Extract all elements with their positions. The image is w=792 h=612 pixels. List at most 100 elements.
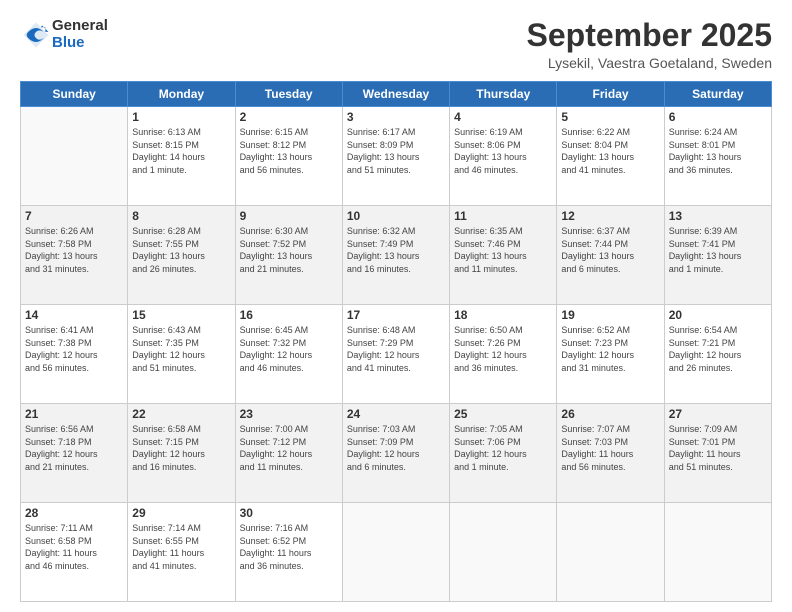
day-number: 26 <box>561 407 659 421</box>
day-info: Sunrise: 6:22 AMSunset: 8:04 PMDaylight:… <box>561 126 659 176</box>
calendar-cell: 23 Sunrise: 7:00 AMSunset: 7:12 PMDayligh… <box>235 404 342 503</box>
col-friday: Friday <box>557 82 664 107</box>
day-number: 22 <box>132 407 230 421</box>
calendar-cell: 6 Sunrise: 6:24 AMSunset: 8:01 PMDaylight… <box>664 107 771 206</box>
calendar-cell: 16Sunrise: 6:45 AMSunset: 7:32 PMDayligh… <box>235 305 342 404</box>
calendar-cell: 22 Sunrise: 6:58 AMSunset: 7:15 PMDayligh… <box>128 404 235 503</box>
day-number: 17 <box>347 308 445 322</box>
day-number: 3 <box>347 110 445 124</box>
day-number: 2 <box>240 110 338 124</box>
day-number: 30 <box>240 506 338 520</box>
day-number: 14 <box>25 308 123 322</box>
calendar-cell: 9 Sunrise: 6:30 AMSunset: 7:52 PMDaylight… <box>235 206 342 305</box>
day-info: Sunrise: 7:03 AMSunset: 7:09 PMDaylight:… <box>347 423 445 473</box>
calendar-cell <box>557 503 664 602</box>
logo-icon <box>22 21 50 49</box>
logo-general-text: General <box>52 18 108 35</box>
day-info: Sunrise: 6:58 AMSunset: 7:15 PMDaylight:… <box>132 423 230 473</box>
day-number: 8 <box>132 209 230 223</box>
day-info: Sunrise: 7:16 AMSunset: 6:52 PMDaylight:… <box>240 522 338 572</box>
day-info: Sunrise: 6:41 AMSunset: 7:38 PMDaylight:… <box>25 324 123 374</box>
calendar-cell: 4 Sunrise: 6:19 AMSunset: 8:06 PMDaylight… <box>450 107 557 206</box>
calendar-cell <box>664 503 771 602</box>
col-tuesday: Tuesday <box>235 82 342 107</box>
day-info: Sunrise: 6:50 AMSunset: 7:26 PMDaylight:… <box>454 324 552 374</box>
calendar-row-3: 14 Sunrise: 6:41 AMSunset: 7:38 PMDayligh… <box>21 305 772 404</box>
calendar-cell <box>450 503 557 602</box>
calendar-cell: 15Sunrise: 6:43 AMSunset: 7:35 PMDayligh… <box>128 305 235 404</box>
day-info: Sunrise: 6:52 AMSunset: 7:23 PMDaylight:… <box>561 324 659 374</box>
title-block: September 2025 Lysekil, Vaestra Goetalan… <box>527 18 772 71</box>
day-number: 28 <box>25 506 123 520</box>
day-number: 13 <box>669 209 767 223</box>
calendar-cell: 26Sunrise: 7:07 AMSunset: 7:03 PMDayligh… <box>557 404 664 503</box>
header: General Blue September 2025 Lysekil, Vae… <box>20 18 772 71</box>
logo-text: General Blue <box>52 18 108 51</box>
calendar-cell: 29Sunrise: 7:14 AMSunset: 6:55 PMDayligh… <box>128 503 235 602</box>
day-number: 19 <box>561 308 659 322</box>
col-wednesday: Wednesday <box>342 82 449 107</box>
day-number: 23 <box>240 407 338 421</box>
day-info: Sunrise: 6:19 AMSunset: 8:06 PMDaylight:… <box>454 126 552 176</box>
calendar-cell: 18 Sunrise: 6:50 AMSunset: 7:26 PMDayligh… <box>450 305 557 404</box>
calendar-cell: 8Sunrise: 6:28 AMSunset: 7:55 PMDaylight… <box>128 206 235 305</box>
day-info: Sunrise: 6:15 AMSunset: 8:12 PMDaylight:… <box>240 126 338 176</box>
day-number: 21 <box>25 407 123 421</box>
calendar-row-4: 21 Sunrise: 6:56 AMSunset: 7:18 PMDayligh… <box>21 404 772 503</box>
day-number: 9 <box>240 209 338 223</box>
day-info: Sunrise: 7:11 AMSunset: 6:58 PMDaylight:… <box>25 522 123 572</box>
calendar-header-row: Sunday Monday Tuesday Wednesday Thursday… <box>21 82 772 107</box>
calendar-cell: 24 Sunrise: 7:03 AMSunset: 7:09 PMDayligh… <box>342 404 449 503</box>
calendar-cell: 21 Sunrise: 6:56 AMSunset: 7:18 PMDayligh… <box>21 404 128 503</box>
day-info: Sunrise: 6:13 AMSunset: 8:15 PMDaylight:… <box>132 126 230 176</box>
day-number: 11 <box>454 209 552 223</box>
calendar-cell: 5 Sunrise: 6:22 AMSunset: 8:04 PMDaylight… <box>557 107 664 206</box>
day-info: Sunrise: 6:32 AMSunset: 7:49 PMDaylight:… <box>347 225 445 275</box>
day-number: 5 <box>561 110 659 124</box>
day-info: Sunrise: 7:00 AMSunset: 7:12 PMDaylight:… <box>240 423 338 473</box>
day-number: 12 <box>561 209 659 223</box>
day-info: Sunrise: 6:56 AMSunset: 7:18 PMDaylight:… <box>25 423 123 473</box>
day-info: Sunrise: 7:09 AMSunset: 7:01 PMDaylight:… <box>669 423 767 473</box>
day-number: 4 <box>454 110 552 124</box>
day-info: Sunrise: 7:14 AMSunset: 6:55 PMDaylight:… <box>132 522 230 572</box>
logo: General Blue <box>20 18 108 51</box>
day-number: 1 <box>132 110 230 124</box>
day-info: Sunrise: 6:37 AMSunset: 7:44 PMDaylight:… <box>561 225 659 275</box>
calendar-row-1: 1 Sunrise: 6:13 AMSunset: 8:15 PMDaylight… <box>21 107 772 206</box>
calendar-cell: 20Sunrise: 6:54 AMSunset: 7:21 PMDayligh… <box>664 305 771 404</box>
calendar-cell: 30 Sunrise: 7:16 AMSunset: 6:52 PMDayligh… <box>235 503 342 602</box>
day-info: Sunrise: 7:05 AMSunset: 7:06 PMDaylight:… <box>454 423 552 473</box>
calendar-cell: 2 Sunrise: 6:15 AMSunset: 8:12 PMDaylight… <box>235 107 342 206</box>
month-title: September 2025 <box>527 18 772 53</box>
day-number: 10 <box>347 209 445 223</box>
calendar-cell: 11 Sunrise: 6:35 AMSunset: 7:46 PMDayligh… <box>450 206 557 305</box>
day-info: Sunrise: 6:26 AMSunset: 7:58 PMDaylight:… <box>25 225 123 275</box>
day-info: Sunrise: 6:43 AMSunset: 7:35 PMDaylight:… <box>132 324 230 374</box>
logo-blue-text: Blue <box>52 35 108 52</box>
calendar-cell: 17Sunrise: 6:48 AMSunset: 7:29 PMDayligh… <box>342 305 449 404</box>
day-info: Sunrise: 6:39 AMSunset: 7:41 PMDaylight:… <box>669 225 767 275</box>
day-info: Sunrise: 6:30 AMSunset: 7:52 PMDaylight:… <box>240 225 338 275</box>
calendar-cell: 28 Sunrise: 7:11 AMSunset: 6:58 PMDayligh… <box>21 503 128 602</box>
location-title: Lysekil, Vaestra Goetaland, Sweden <box>527 55 772 71</box>
day-number: 16 <box>240 308 338 322</box>
day-info: Sunrise: 6:17 AMSunset: 8:09 PMDaylight:… <box>347 126 445 176</box>
day-number: 27 <box>669 407 767 421</box>
page: General Blue September 2025 Lysekil, Vae… <box>0 0 792 612</box>
day-info: Sunrise: 6:35 AMSunset: 7:46 PMDaylight:… <box>454 225 552 275</box>
calendar-cell <box>342 503 449 602</box>
day-number: 24 <box>347 407 445 421</box>
calendar-row-5: 28 Sunrise: 7:11 AMSunset: 6:58 PMDayligh… <box>21 503 772 602</box>
calendar-cell: 3 Sunrise: 6:17 AMSunset: 8:09 PMDaylight… <box>342 107 449 206</box>
day-number: 25 <box>454 407 552 421</box>
calendar-cell: 7 Sunrise: 6:26 AMSunset: 7:58 PMDaylight… <box>21 206 128 305</box>
day-number: 18 <box>454 308 552 322</box>
day-number: 7 <box>25 209 123 223</box>
calendar-table: Sunday Monday Tuesday Wednesday Thursday… <box>20 81 772 602</box>
calendar-cell: 1 Sunrise: 6:13 AMSunset: 8:15 PMDaylight… <box>128 107 235 206</box>
day-info: Sunrise: 6:54 AMSunset: 7:21 PMDaylight:… <box>669 324 767 374</box>
day-number: 6 <box>669 110 767 124</box>
day-info: Sunrise: 6:24 AMSunset: 8:01 PMDaylight:… <box>669 126 767 176</box>
calendar-cell: 25 Sunrise: 7:05 AMSunset: 7:06 PMDayligh… <box>450 404 557 503</box>
